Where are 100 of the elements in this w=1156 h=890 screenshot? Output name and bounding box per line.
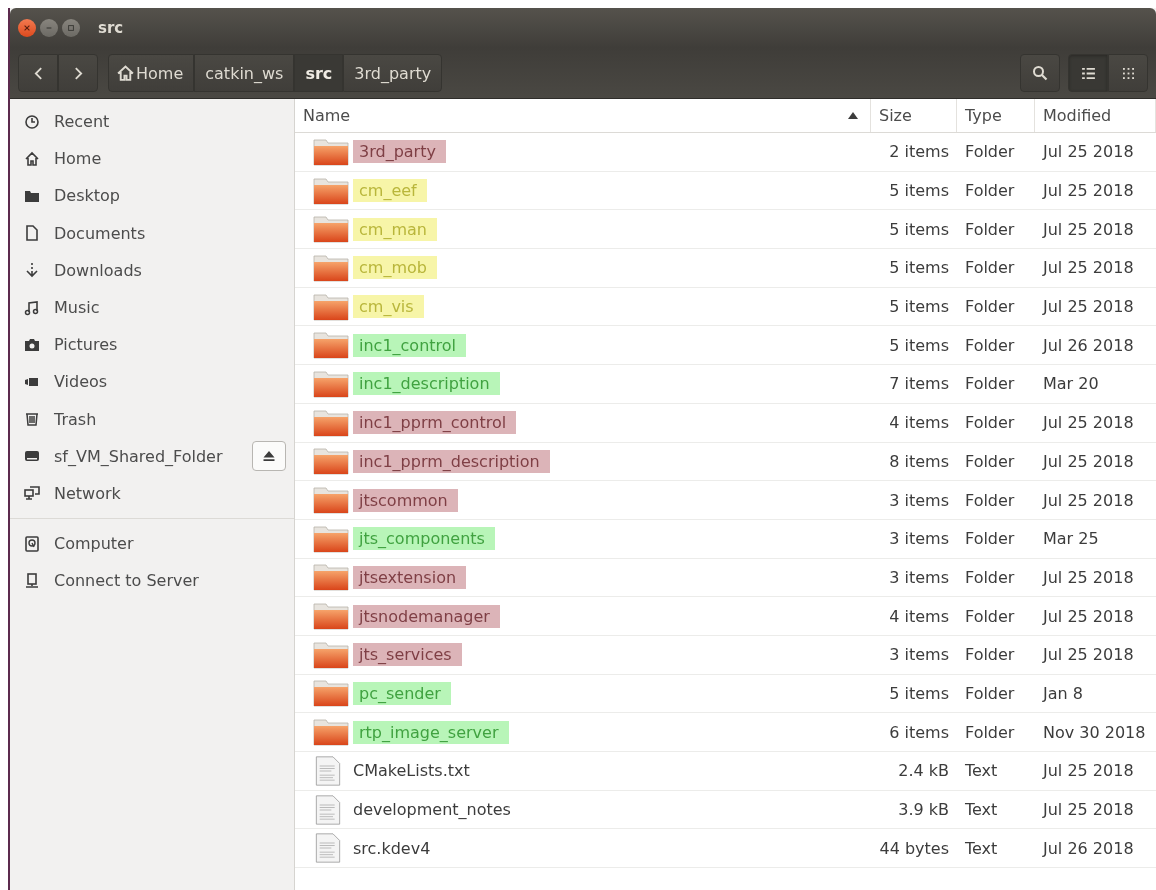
type-cell: Folder: [965, 142, 1015, 162]
file-name: inc1_description: [353, 372, 500, 396]
file-name: jtscommon: [353, 488, 458, 512]
type-cell: Folder: [965, 335, 1015, 355]
size-cell: 6 items: [889, 722, 949, 742]
modified-cell: Jul 25 2018: [1043, 800, 1134, 820]
size-cell: 5 items: [889, 219, 949, 239]
modified-cell: Jul 25 2018: [1043, 606, 1134, 626]
file-name: cm_vis: [353, 295, 424, 319]
size-cell: 4 items: [889, 606, 949, 626]
modified-cell: Jul 25 2018: [1043, 645, 1134, 665]
modified-cell: Jan 8: [1043, 683, 1083, 703]
file-name: inc1_pprm_description: [353, 449, 550, 473]
file-name: pc_sender: [353, 681, 451, 705]
sidebar-item[interactable]: Home: [54, 149, 102, 169]
sidebar-item[interactable]: Pictures: [54, 335, 118, 355]
file-name: jtsnodemanager: [353, 604, 500, 628]
camera-icon: [24, 336, 40, 353]
column-header[interactable]: Size: [879, 106, 912, 125]
file-name: jts_services: [353, 643, 462, 667]
folder-icon: [313, 524, 349, 553]
sidebar-item[interactable]: sf_VM_Shared_Folder: [54, 446, 223, 466]
sidebar-item[interactable]: Recent: [54, 112, 110, 132]
music-icon: [24, 299, 40, 316]
file-name: jts_components: [353, 527, 495, 551]
folder-icon: [313, 408, 349, 437]
size-cell: 3.9 kB: [898, 800, 949, 820]
size-cell: 3 items: [889, 490, 949, 510]
path-button[interactable]: catkin_ws: [194, 54, 295, 92]
list-icon: [1081, 67, 1095, 79]
file-name: src.kdev4: [352, 837, 432, 860]
close-button[interactable]: [18, 19, 36, 37]
home-icon: [117, 64, 134, 82]
minimize-icon: [45, 24, 53, 32]
sidebar-item[interactable]: Downloads: [54, 260, 142, 280]
minimize-button[interactable]: [40, 19, 58, 37]
type-cell: Folder: [965, 606, 1015, 626]
modified-cell: Jul 25 2018: [1043, 490, 1134, 510]
home-icon: [24, 150, 40, 167]
type-cell: Folder: [965, 297, 1015, 317]
type-cell: Folder: [965, 413, 1015, 433]
folder-icon: [313, 369, 349, 398]
back-button[interactable]: [18, 54, 58, 92]
type-cell: Folder: [965, 567, 1015, 587]
sidebar-item[interactable]: Videos: [54, 372, 108, 392]
sidebar-item[interactable]: Desktop: [54, 186, 120, 206]
grid-icon: [1122, 67, 1134, 79]
maximize-icon: [67, 24, 75, 32]
type-cell: Text: [965, 761, 998, 781]
type-cell: Folder: [965, 529, 1015, 549]
sidebar-item[interactable]: Computer: [54, 534, 134, 554]
sidebar-item[interactable]: Connect to Server: [54, 571, 199, 591]
type-cell: Folder: [965, 258, 1015, 278]
folder-icon: [313, 137, 349, 166]
eject-button[interactable]: [252, 441, 286, 472]
sidebar-item[interactable]: Trash: [54, 409, 97, 429]
list-view-button[interactable]: [1068, 54, 1108, 92]
search-icon: [1032, 65, 1048, 81]
column-header[interactable]: Modified: [1043, 106, 1112, 125]
size-cell: 5 items: [889, 683, 949, 703]
folder-icon: [313, 718, 349, 747]
sidebar-item[interactable]: Network: [54, 483, 121, 503]
folder-icon: [313, 640, 349, 669]
folder-icon: [313, 176, 349, 205]
folder-icon: [313, 679, 349, 708]
folder-icon: [313, 331, 349, 360]
column-header[interactable]: Name: [303, 106, 351, 125]
forward-button[interactable]: [58, 54, 98, 92]
document-icon: [24, 225, 40, 242]
type-cell: Text: [965, 800, 998, 820]
recent-icon: [24, 113, 40, 130]
maximize-button[interactable]: [62, 19, 80, 37]
size-cell: 44 bytes: [879, 838, 949, 858]
sidebar-item[interactable]: Music: [54, 298, 100, 318]
modified-cell: Jul 25 2018: [1043, 258, 1134, 278]
column-header[interactable]: Type: [965, 106, 1002, 125]
modified-cell: Jul 25 2018: [1043, 567, 1134, 587]
size-cell: 5 items: [889, 297, 949, 317]
folder-icon: [313, 602, 349, 631]
type-cell: Folder: [965, 181, 1015, 201]
type-cell: Text: [965, 838, 998, 858]
path-button[interactable]: 3rd_party: [343, 54, 443, 92]
type-cell: Folder: [965, 374, 1015, 394]
type-cell: Folder: [965, 683, 1015, 703]
download-icon: [24, 262, 40, 279]
path-button[interactable]: src: [294, 54, 344, 92]
modified-cell: Jul 26 2018: [1043, 838, 1134, 858]
search-button[interactable]: [1020, 54, 1060, 92]
type-cell: Folder: [965, 451, 1015, 471]
size-cell: 7 items: [889, 374, 949, 394]
modified-cell: Jul 25 2018: [1043, 219, 1134, 239]
size-cell: 8 items: [889, 451, 949, 471]
sidebar-item[interactable]: Documents: [54, 223, 146, 243]
path-button[interactable]: Home: [108, 54, 195, 92]
size-cell: 2 items: [889, 142, 949, 162]
modified-cell: Nov 30 2018: [1043, 722, 1146, 742]
size-cell: 3 items: [889, 645, 949, 665]
size-cell: 5 items: [889, 181, 949, 201]
chevron-left-icon: [33, 66, 43, 80]
grid-view-button[interactable]: [1108, 54, 1148, 92]
